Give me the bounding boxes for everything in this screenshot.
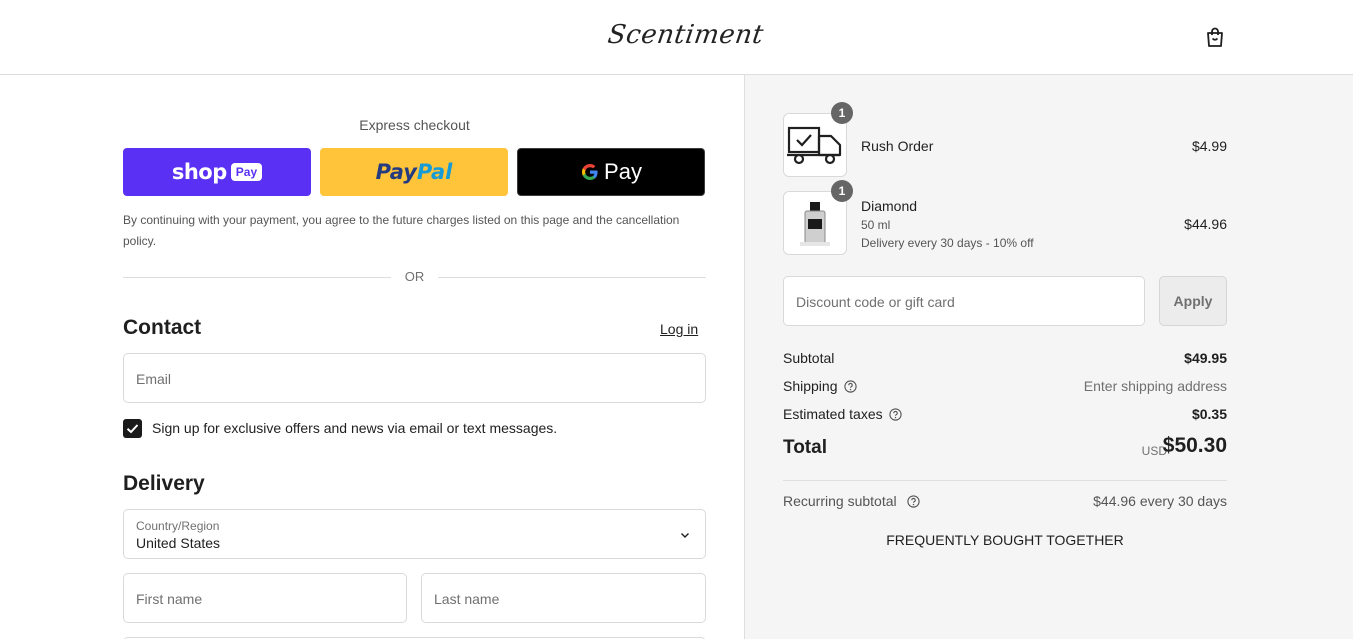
subtotal-label-text: Subtotal bbox=[783, 350, 835, 366]
google-g-icon bbox=[582, 164, 598, 180]
country-select[interactable]: Country/Region United States bbox=[123, 509, 706, 559]
total-label: Total bbox=[783, 437, 827, 458]
shipping-value: Enter shipping address bbox=[1083, 378, 1227, 394]
taxes-value: $0.35 bbox=[1191, 406, 1227, 422]
quantity-badge: 1 bbox=[831, 180, 853, 202]
item-size: 50 ml bbox=[861, 218, 891, 232]
last-name-field[interactable]: Last name bbox=[421, 573, 706, 623]
subtotal-value: $49.95 bbox=[1184, 350, 1227, 366]
recurring-label-text: Recurring subtotal bbox=[783, 493, 897, 509]
help-circle-icon[interactable] bbox=[888, 407, 902, 421]
last-name-placeholder: Last name bbox=[434, 591, 500, 607]
discount-placeholder: Discount code or gift card bbox=[796, 294, 955, 310]
paypal-wordmark-part1: Pay bbox=[375, 160, 417, 184]
item-name: Rush Order bbox=[861, 138, 934, 154]
delivery-truck-icon bbox=[787, 126, 842, 165]
shop-pay-button[interactable]: shop Pay bbox=[123, 148, 311, 196]
paypal-button[interactable]: Pay Pal bbox=[320, 148, 508, 196]
perfume-bottle-icon bbox=[800, 202, 830, 246]
country-label: Country/Region bbox=[136, 519, 220, 533]
recurring-subtotal-value: $44.96 every 30 days bbox=[1093, 493, 1227, 509]
country-value: United States bbox=[136, 535, 221, 551]
item-price: $44.96 bbox=[1184, 216, 1227, 232]
order-summary-panel: 1 Rush Order $4.99 1 Diamond 50 ml Deliv… bbox=[744, 75, 1353, 639]
total-value: $50.30 bbox=[1162, 434, 1227, 457]
email-placeholder: Email bbox=[136, 371, 172, 387]
recurring-subtotal-label: Recurring subtotal bbox=[783, 493, 920, 509]
item-subscription-plan: Delivery every 30 days - 10% off bbox=[861, 236, 1034, 250]
brand-logo[interactable]: Scentiment bbox=[606, 20, 766, 50]
taxes-label: Estimated taxes bbox=[783, 406, 902, 422]
help-circle-icon[interactable] bbox=[843, 379, 857, 393]
site-header: Scentiment bbox=[0, 0, 1353, 75]
or-divider: OR bbox=[123, 269, 706, 284]
frequently-bought-together-heading: FREQUENTLY BOUGHT TOGETHER bbox=[886, 532, 1124, 548]
shopping-bag-icon[interactable] bbox=[1204, 26, 1226, 48]
apply-discount-button[interactable]: Apply bbox=[1159, 276, 1227, 326]
item-name: Diamond bbox=[861, 198, 918, 214]
taxes-label-text: Estimated taxes bbox=[783, 406, 883, 422]
or-label: OR bbox=[404, 269, 425, 284]
quantity-badge: 1 bbox=[831, 102, 853, 124]
marketing-checkbox-label: Sign up for exclusive offers and news vi… bbox=[152, 420, 558, 436]
shop-pay-pill: Pay bbox=[230, 163, 263, 181]
delivery-heading: Delivery bbox=[123, 472, 205, 495]
payment-disclaimer: By continuing with your payment, you agr… bbox=[123, 213, 680, 248]
shipping-label: Shipping bbox=[783, 378, 857, 394]
first-name-field[interactable]: First name bbox=[123, 573, 407, 623]
discount-code-input[interactable]: Discount code or gift card bbox=[783, 276, 1145, 326]
item-price: $4.99 bbox=[1191, 138, 1227, 154]
google-pay-wordmark: Pay bbox=[604, 159, 642, 184]
chevron-down-icon bbox=[681, 533, 689, 538]
summary-divider bbox=[783, 480, 1227, 481]
contact-heading: Contact bbox=[123, 316, 202, 339]
checkout-form-panel: Express checkout shop Pay Pay Pal Pay By … bbox=[0, 75, 744, 639]
paypal-wordmark-part2: Pal bbox=[416, 160, 453, 184]
marketing-checkbox[interactable] bbox=[123, 419, 142, 438]
subtotal-label: Subtotal bbox=[783, 350, 834, 366]
google-pay-button[interactable]: Pay bbox=[517, 148, 705, 196]
help-circle-icon[interactable] bbox=[906, 494, 920, 508]
first-name-placeholder: First name bbox=[136, 591, 203, 607]
express-checkout-title: Express checkout bbox=[359, 117, 470, 133]
email-field[interactable]: Email bbox=[123, 353, 706, 403]
checkmark-icon bbox=[126, 424, 139, 434]
shipping-label-text: Shipping bbox=[783, 378, 838, 394]
login-link[interactable]: Log in bbox=[660, 321, 698, 337]
shop-pay-wordmark: shop bbox=[171, 160, 227, 184]
